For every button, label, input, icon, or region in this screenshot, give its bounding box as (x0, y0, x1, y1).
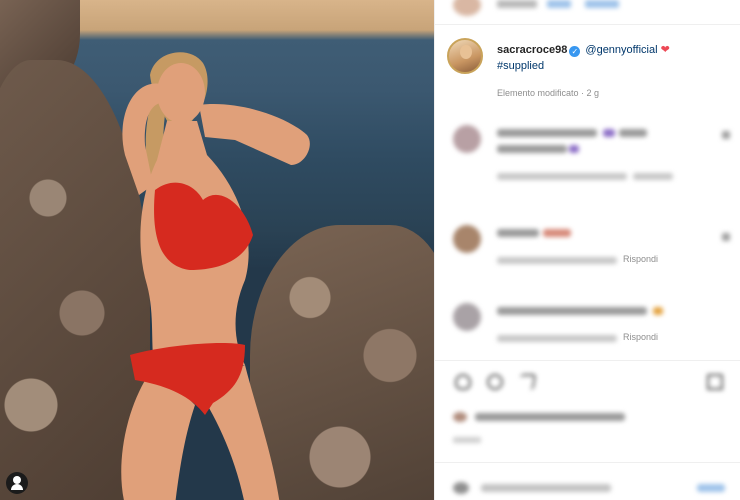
add-comment-field[interactable] (453, 480, 725, 494)
edited-timestamp: Elemento modificato · 2 g (497, 88, 600, 98)
mention-link[interactable]: @gennyofficial (585, 44, 657, 56)
avatar[interactable] (447, 38, 483, 74)
woman-figure (121, 52, 310, 500)
blurred-header (435, 0, 740, 20)
avatar[interactable] (453, 125, 481, 153)
like-icon[interactable] (455, 374, 471, 390)
reply-link[interactable]: Rispondi (623, 254, 658, 264)
bookmark-icon[interactable] (707, 374, 723, 390)
post-sidebar: sacracroce98 ✓ @gennyofficial ❤ #supplied… (434, 0, 740, 500)
like-comment-icon[interactable] (722, 131, 730, 139)
hashtag-link[interactable]: #supplied (497, 60, 544, 72)
caption-text: sacracroce98 ✓ @gennyofficial ❤ #supplied (497, 42, 737, 74)
user-tag-icon[interactable] (6, 472, 28, 494)
like-comment-icon[interactable] (722, 233, 730, 241)
avatar[interactable] (453, 225, 481, 253)
divider (435, 24, 740, 25)
post-date (453, 437, 481, 443)
comment-item (453, 125, 738, 185)
comment-item: Rispondi (453, 303, 738, 363)
avatar[interactable] (453, 303, 481, 331)
action-bar (435, 372, 740, 394)
post-caption: sacracroce98 ✓ @gennyofficial ❤ #supplied (447, 38, 737, 78)
post-photo[interactable] (0, 0, 434, 500)
divider (435, 462, 740, 463)
reply-link[interactable]: Rispondi (623, 332, 658, 342)
username-link[interactable]: sacracroce98 (497, 44, 567, 56)
comment-icon[interactable] (487, 374, 503, 390)
verified-icon: ✓ (569, 46, 581, 57)
comment-item: Rispondi (453, 225, 738, 285)
divider (435, 360, 740, 361)
share-icon[interactable] (517, 374, 537, 390)
heart-emoji: ❤ (660, 44, 670, 56)
